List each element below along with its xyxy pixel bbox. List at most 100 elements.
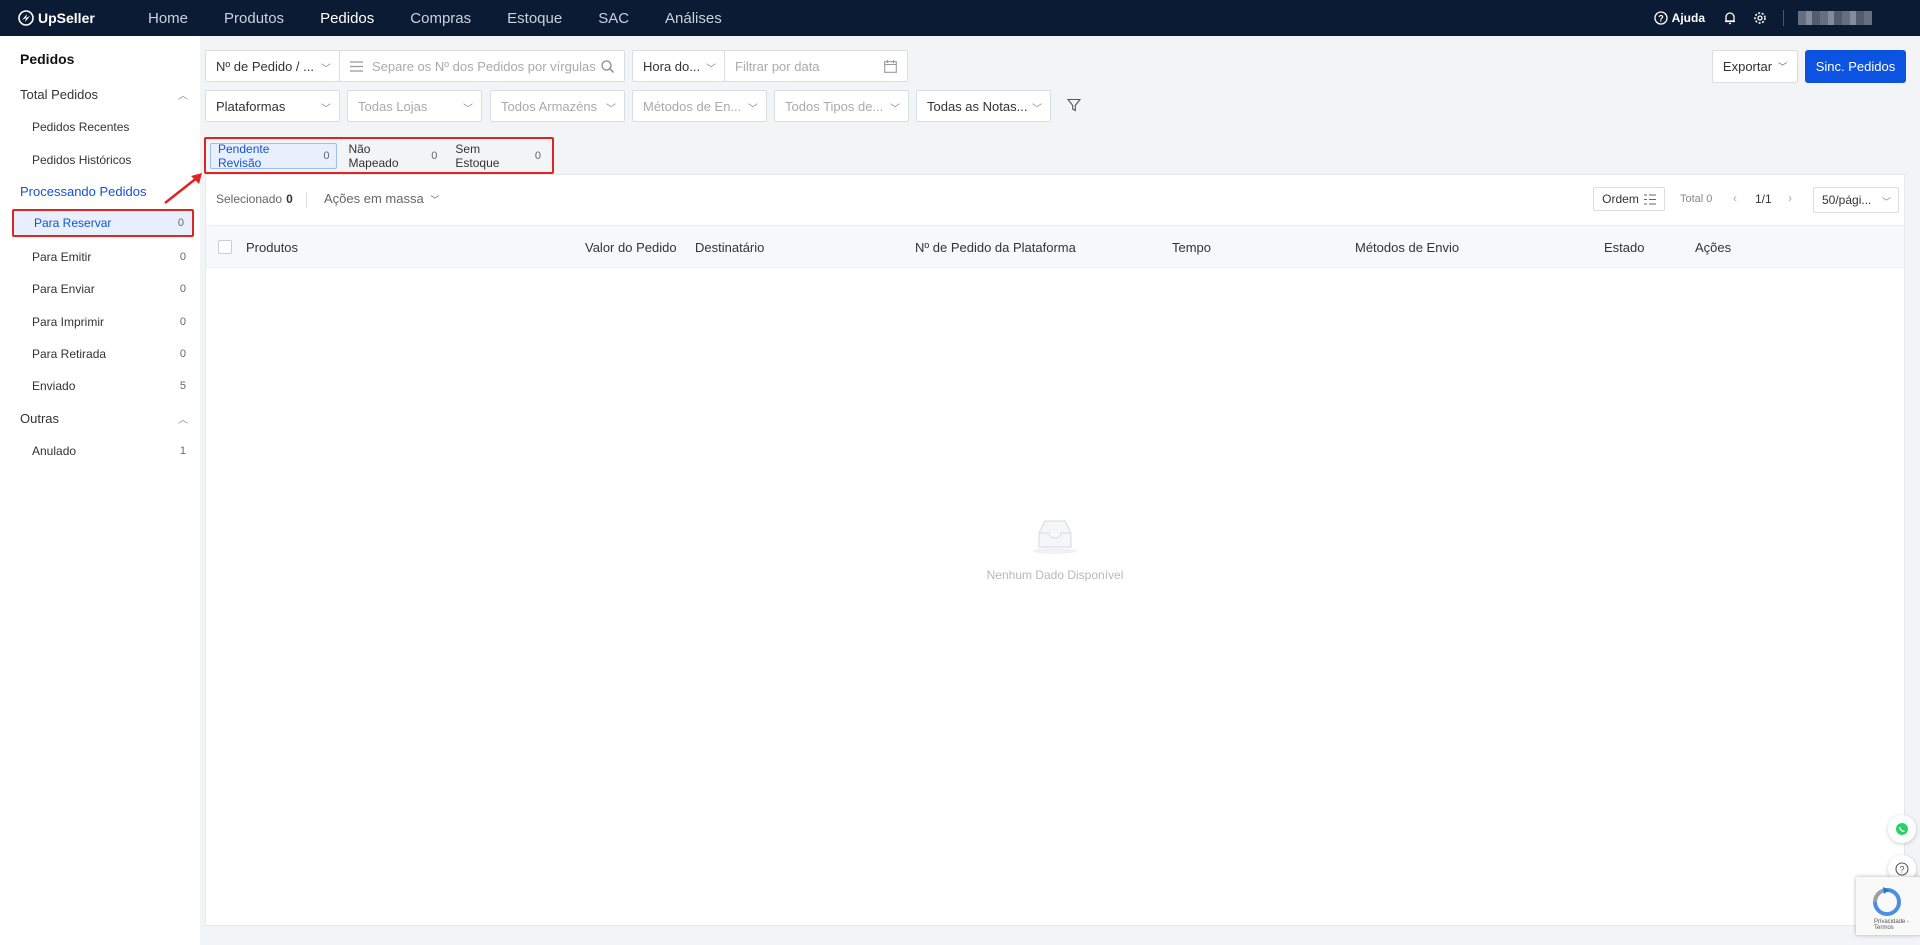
sidebar-item-label: Para Imprimir <box>32 315 105 329</box>
nav-produtos[interactable]: Produtos <box>224 10 284 27</box>
sidebar-item-label: Anulado <box>32 444 77 458</box>
sidebar-group-total[interactable]: Total Pedidos ︿ <box>20 87 188 102</box>
empty-inbox-icon <box>1033 520 1077 554</box>
nav-analises[interactable]: Análises <box>665 10 722 27</box>
selected-indicator: Selecionado 0 <box>216 192 293 206</box>
tab-count: 0 <box>323 149 330 162</box>
nav-estoque[interactable]: Estoque <box>507 10 562 27</box>
time-type-select[interactable]: Hora do... ﹀ <box>632 50 725 82</box>
sidebar-item-para-emitir[interactable]: Para Emitir 0 <box>12 243 194 271</box>
tab-nao-mapeado[interactable]: Não Mapeado 0 <box>341 141 444 170</box>
bulk-actions-label: Ações em massa <box>324 191 424 206</box>
column-tempo[interactable]: Tempo <box>1172 240 1211 255</box>
sidebar-item-label: Para Enviar <box>32 282 95 296</box>
shipping-methods-select[interactable]: Métodos de En... ﹀ <box>632 90 767 122</box>
sidebar-item-anulado[interactable]: Anulado 1 <box>12 437 194 465</box>
filter-funnel-icon[interactable] <box>1064 95 1084 115</box>
column-metodos-de-envio[interactable]: Métodos de Envio <box>1355 240 1459 255</box>
date-filter-input[interactable]: Filtrar por data <box>724 50 908 82</box>
sidebar-group-total-label: Total Pedidos <box>20 87 99 102</box>
sidebar-item-para-imprimir[interactable]: Para Imprimir 0 <box>12 308 194 336</box>
sidebar-item-count: 0 <box>179 348 186 360</box>
user-account-avatar[interactable] <box>1798 11 1872 25</box>
search-icon <box>601 60 614 73</box>
upseller-logo-icon <box>18 10 34 26</box>
tab-count: 0 <box>534 149 541 162</box>
sidebar-group-processando[interactable]: Processando Pedidos <box>20 184 146 199</box>
sidebar-item-enviado[interactable]: Enviado 5 <box>12 372 194 400</box>
sort-order-button[interactable]: Ordem <box>1593 187 1665 211</box>
sidebar-item-para-enviar[interactable]: Para Enviar 0 <box>12 275 194 303</box>
platforms-value: Plataformas <box>216 98 286 114</box>
stores-select[interactable]: Todas Lojas ﹀ <box>347 90 482 122</box>
notes-value: Todas as Notas... <box>927 98 1028 114</box>
chevron-down-icon: ﹀ <box>748 104 758 115</box>
sidebar-item-para-reservar[interactable]: Para Reservar 0 <box>12 209 194 237</box>
list-icon <box>350 61 363 72</box>
sidebar-item-count: 0 <box>179 316 186 328</box>
order-types-select[interactable]: Todos Tipos de... ﹀ <box>774 90 909 122</box>
selected-count: 0 <box>286 192 293 206</box>
per-page-select[interactable]: 50/pági... ﹀ <box>1813 187 1899 213</box>
svg-text:?: ? <box>1658 14 1664 24</box>
selected-label: Selecionado <box>216 192 283 206</box>
warehouses-select[interactable]: Todos Armazéns ﹀ <box>490 90 625 122</box>
order-search-input[interactable]: Separe os Nº dos Pedidos por vírgulas <box>339 50 625 82</box>
bulk-actions-dropdown[interactable]: Ações em massa ﹀ <box>324 191 439 206</box>
annotation-arrow-icon <box>164 173 202 204</box>
nav-home[interactable]: Home <box>148 10 188 27</box>
help-label: Ajuda <box>1671 11 1705 25</box>
sidebar-item-label: Para Emitir <box>32 250 92 264</box>
tab-label: Não Mapeado <box>348 141 399 170</box>
tab-pendente-revisao[interactable]: Pendente Revisão 0 <box>210 141 338 170</box>
chevron-up-icon: ︿ <box>178 415 188 426</box>
next-page-icon[interactable]: › <box>1788 191 1792 205</box>
whatsapp-icon[interactable] <box>1888 815 1916 843</box>
sidebar-item-para-retirada[interactable]: Para Retirada 0 <box>12 340 194 368</box>
tab-label: Sem Estoque <box>455 141 500 170</box>
notification-bell-icon[interactable] <box>1723 11 1737 25</box>
nav-sac[interactable]: SAC <box>598 10 629 27</box>
tab-sem-estoque[interactable]: Sem Estoque 0 <box>448 141 548 170</box>
prev-page-icon[interactable]: ‹ <box>1733 191 1737 205</box>
time-type-value: Hora do... <box>643 58 701 74</box>
nav-compras[interactable]: Compras <box>410 10 471 27</box>
warehouses-value: Todos Armazéns <box>501 98 598 114</box>
nav-pedidos[interactable]: Pedidos <box>320 10 374 27</box>
sort-list-icon <box>1643 193 1656 205</box>
chevron-down-icon: ﹀ <box>706 64 716 75</box>
status-tabs: Pendente Revisão 0 Não Mapeado 0 Sem Est… <box>204 137 554 174</box>
table-header: Produtos Valor do Pedido Destinatário Nº… <box>206 225 1904 268</box>
column-valor-do-pedido[interactable]: Valor do Pedido <box>585 240 677 255</box>
order-search-placeholder: Separe os Nº dos Pedidos por vírgulas <box>372 58 596 74</box>
per-page-value: 50/pági... <box>1822 193 1872 207</box>
help-link[interactable]: ? Ajuda <box>1654 11 1705 25</box>
sidebar-group-outras[interactable]: Outras ︿ <box>20 411 188 426</box>
order-type-value: Nº de Pedido / ... <box>216 58 314 74</box>
column-produtos[interactable]: Produtos <box>246 240 298 255</box>
top-nav: UpSeller Home Produtos Pedidos Compras E… <box>0 0 1920 36</box>
export-label: Exportar <box>1722 59 1773 74</box>
order-type-select[interactable]: Nº de Pedido / ... ﹀ <box>205 50 340 82</box>
order-types-value: Todos Tipos de... <box>785 98 884 114</box>
sidebar-item-count: 0 <box>179 283 186 295</box>
export-button[interactable]: Exportar ﹀ <box>1712 50 1798 83</box>
stores-value: Todas Lojas <box>358 98 428 114</box>
notes-select[interactable]: Todas as Notas... ﹀ <box>916 90 1051 122</box>
help-icon: ? <box>1654 11 1668 25</box>
sync-orders-button[interactable]: Sinc. Pedidos <box>1805 50 1906 83</box>
column-estado[interactable]: Estado <box>1604 240 1644 255</box>
brand-logo[interactable]: UpSeller <box>18 10 128 26</box>
sidebar-item-pedidos-recentes[interactable]: Pedidos Recentes <box>12 113 194 141</box>
column-destinatario[interactable]: Destinatário <box>695 240 764 255</box>
column-acoes[interactable]: Ações <box>1695 240 1731 255</box>
nav-divider <box>1783 10 1784 26</box>
chevron-down-icon: ﹀ <box>890 104 900 115</box>
column-numero-pedido-plataforma[interactable]: Nº de Pedido da Plataforma <box>915 240 1076 255</box>
tab-label: Pendente Revisão <box>218 141 270 170</box>
platforms-select[interactable]: Plataformas ﹀ <box>205 90 340 122</box>
recaptcha-text[interactable]: Privacidade - Termos <box>1874 919 1920 931</box>
select-all-checkbox[interactable] <box>218 240 232 254</box>
total-count: Total 0 <box>1680 193 1713 205</box>
settings-gear-icon[interactable] <box>1753 11 1767 25</box>
